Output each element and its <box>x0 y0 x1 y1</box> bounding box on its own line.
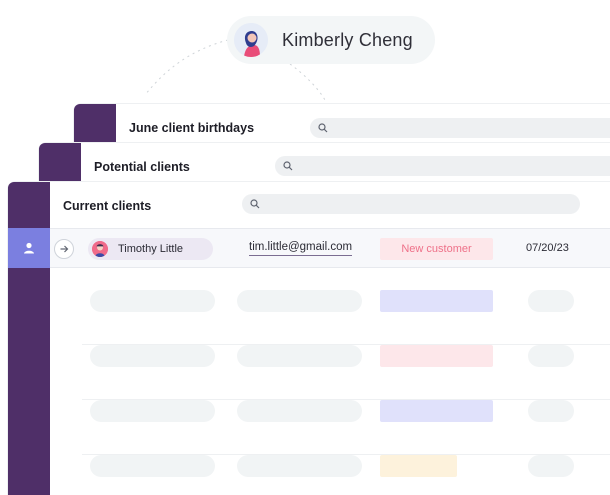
client-name: Timothy Little <box>118 243 184 255</box>
placeholder-badge <box>380 455 457 477</box>
search-input[interactable] <box>275 156 610 176</box>
placeholder-badge <box>380 400 493 422</box>
placeholder-name <box>90 345 215 367</box>
placeholder-badge <box>380 345 493 367</box>
clients-table: Timothy Little tim.little@gmail.com New … <box>50 228 610 495</box>
placeholder-name <box>90 290 215 312</box>
placeholder-date <box>528 290 574 312</box>
placeholder-date <box>528 400 574 422</box>
search-icon <box>250 199 260 209</box>
search-icon <box>318 123 328 133</box>
placeholder-row <box>82 400 610 455</box>
placeholder-email <box>237 455 362 477</box>
user-chip[interactable]: Kimberly Cheng <box>227 16 435 64</box>
placeholder-email <box>237 290 362 312</box>
arrow-right-icon[interactable] <box>54 239 74 259</box>
list-title: Potential clients <box>94 160 190 174</box>
placeholder-row <box>82 345 610 400</box>
search-input[interactable] <box>310 118 610 138</box>
placeholder-date <box>528 345 574 367</box>
stage: Kimberly Cheng June client birthdays Pot… <box>0 0 610 495</box>
placeholder-row <box>82 455 610 495</box>
user-avatar <box>234 23 268 57</box>
client-name-chip[interactable]: Timothy Little <box>88 238 213 260</box>
status-badge: New customer <box>380 238 493 260</box>
client-avatar <box>92 241 108 257</box>
list-card-current[interactable]: Current clients Timothy Little tim.littl… <box>8 182 610 495</box>
placeholder-date <box>528 455 574 477</box>
nav-item-clients[interactable] <box>8 228 50 268</box>
user-name: Kimberly Cheng <box>282 29 413 50</box>
placeholder-name <box>90 455 215 477</box>
table-row[interactable]: Timothy Little tim.little@gmail.com New … <box>50 228 610 268</box>
list-title: Current clients <box>63 199 152 213</box>
placeholder-badge <box>380 290 493 312</box>
search-input[interactable] <box>242 194 580 214</box>
client-email-link[interactable]: tim.little@gmail.com <box>249 241 353 256</box>
placeholder-email <box>237 400 362 422</box>
person-icon <box>24 242 34 254</box>
list-title: June client birthdays <box>129 121 255 135</box>
placeholder-row <box>82 290 610 345</box>
client-date: 07/20/23 <box>526 242 569 254</box>
search-icon <box>283 161 293 171</box>
placeholder-email <box>237 345 362 367</box>
placeholder-name <box>90 400 215 422</box>
